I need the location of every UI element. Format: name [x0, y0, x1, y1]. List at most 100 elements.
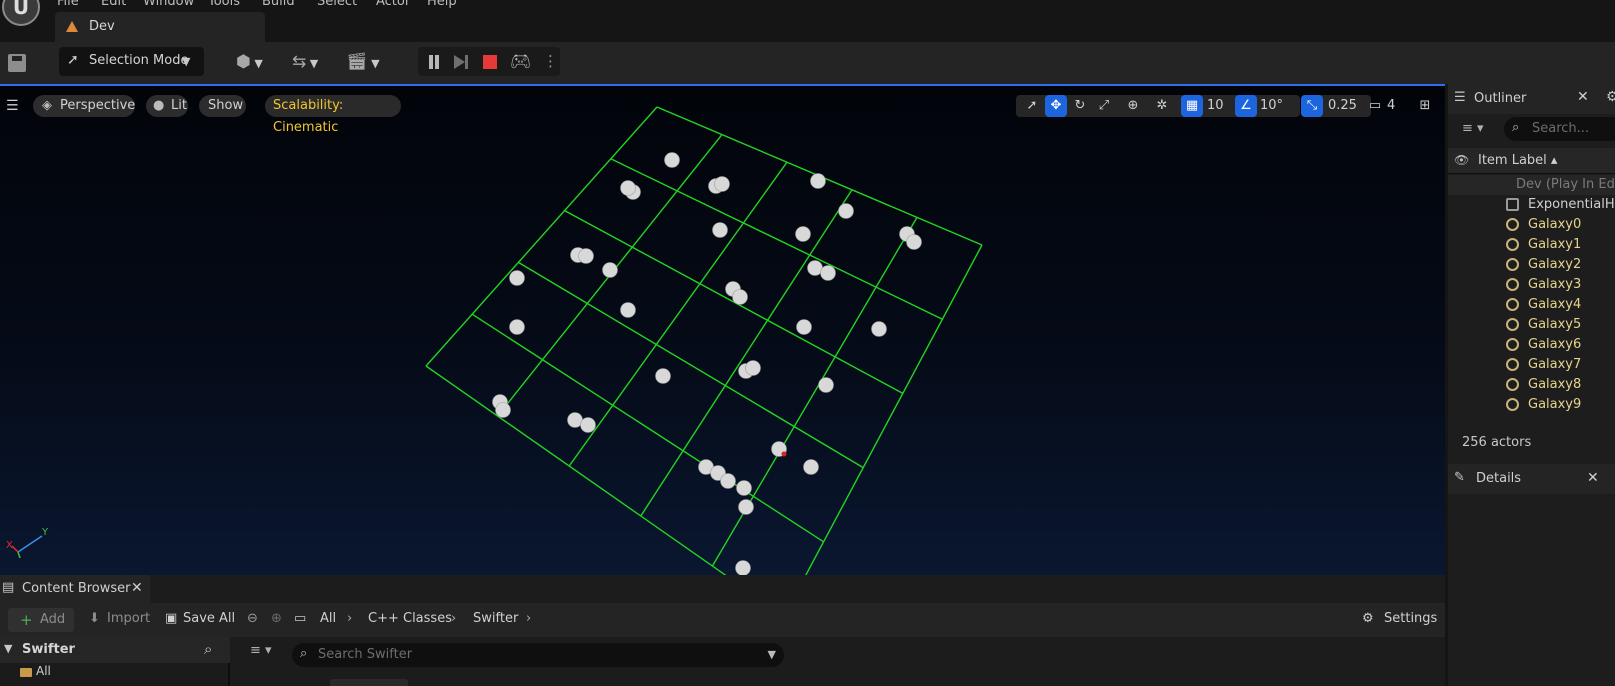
rotate-tool-icon[interactable]: ↻	[1069, 95, 1091, 117]
outliner-search-input[interactable]: ⌕ Search...	[1504, 117, 1615, 141]
breadcrumb-swifter[interactable]: Swifter	[473, 611, 518, 626]
rotation-snap-value[interactable]: 10°	[1260, 95, 1283, 117]
step-frame-icon[interactable]	[453, 54, 469, 70]
menu-build[interactable]: Build	[262, 0, 295, 9]
surface-snap-icon[interactable]: ✲	[1151, 95, 1173, 117]
import-icon[interactable]: ⬇	[89, 611, 100, 626]
more-options-icon[interactable]: ⋮	[543, 52, 558, 70]
content-browser-tab[interactable]: ▤ Content Browser ✕	[0, 575, 150, 603]
close-icon[interactable]: ✕	[131, 580, 143, 596]
plus-icon: +	[20, 611, 33, 629]
asset-tile[interactable]	[330, 679, 408, 686]
settings-icon[interactable]: ⚙	[1362, 611, 1374, 626]
lit-button[interactable]: ● Lit	[146, 95, 188, 117]
scalability-badge[interactable]: Scalability: Cinematic	[265, 95, 401, 135]
galaxy-sphere	[736, 480, 752, 496]
visibility-eye-icon[interactable]: 👁︎	[1454, 153, 1469, 167]
scale-tool-icon[interactable]: ⤢	[1093, 95, 1115, 117]
outliner-row[interactable]: Dev (Play In Editor)	[1448, 175, 1615, 195]
outliner-row[interactable]: ExponentialHeightFog	[1448, 195, 1615, 215]
gamepad-icon[interactable]: 🎮︎	[510, 52, 532, 72]
outliner-row[interactable]: Galaxy8	[1448, 375, 1615, 395]
camera-speed-icon[interactable]: ▭	[1366, 95, 1384, 117]
show-button[interactable]: Show	[199, 95, 246, 117]
menu-tools[interactable]: Tools	[208, 0, 240, 9]
outliner-row[interactable]: Galaxy2	[1448, 255, 1615, 275]
forward-icon[interactable]: ⊕	[271, 611, 282, 626]
blueprint-icon[interactable]: ⇆ ▼	[292, 52, 318, 72]
save-all-button[interactable]: Save All	[183, 611, 235, 626]
menu-edit[interactable]: Edit	[101, 0, 126, 9]
grid-line	[425, 365, 727, 575]
content-browser-tab-label: Content Browser	[22, 581, 131, 596]
stop-icon[interactable]	[483, 55, 497, 69]
close-icon[interactable]: ✕	[1577, 89, 1589, 105]
sources-panel: ▼ Swifter ⌕ All	[0, 637, 230, 686]
filter-icon[interactable]: ≡ ▾	[1462, 121, 1484, 136]
close-icon[interactable]: ✕	[1587, 470, 1599, 486]
sources-title: Swifter	[22, 642, 75, 657]
outliner-row[interactable]: Galaxy1	[1448, 235, 1615, 255]
outliner-column-header[interactable]: 👁︎ Item Label ▴	[1448, 148, 1615, 174]
menu-select[interactable]: Select	[317, 0, 357, 9]
tree-item-all[interactable]: All	[36, 664, 51, 678]
outliner-row[interactable]: Galaxy6	[1448, 335, 1615, 355]
breadcrumb-chevron-icon[interactable]: ›	[526, 611, 531, 626]
settings-button[interactable]: Settings	[1384, 611, 1437, 626]
camera-speed-value[interactable]: 4	[1387, 95, 1395, 117]
add-button[interactable]: + Add	[8, 608, 74, 632]
folder-icon[interactable]: ▭	[294, 611, 306, 626]
outliner-row[interactable]: Galaxy4	[1448, 295, 1615, 315]
breadcrumb-all[interactable]: All	[320, 611, 336, 626]
import-button[interactable]: Import	[107, 611, 150, 626]
content-browser-toolbar: + Add ⬇ Import ▣ Save All ⊖ ⊕ ▭ All › C+…	[0, 603, 1445, 637]
chevron-down-icon: ▼	[4, 642, 13, 655]
pause-icon[interactable]	[427, 55, 441, 69]
cinematics-icon[interactable]: 🎬︎ ▼	[346, 52, 380, 72]
back-icon[interactable]: ⊖	[247, 611, 258, 626]
menu-actor[interactable]: Actor	[376, 0, 410, 9]
menu-help[interactable]: Help	[427, 0, 457, 9]
rotation-snap-icon[interactable]: ∠	[1235, 95, 1257, 117]
world-settings-icon[interactable]: ⚙	[1606, 89, 1615, 105]
outliner-row[interactable]: Galaxy7	[1448, 355, 1615, 375]
outliner-row-label: Galaxy2	[1528, 257, 1582, 272]
perspective-button[interactable]: ◈ Perspective	[33, 95, 135, 117]
sources-header[interactable]: ▼ Swifter ⌕	[0, 637, 230, 663]
content-search-input[interactable]: ⌕ Search Swifter ▼	[292, 643, 784, 667]
grid-line	[610, 158, 943, 320]
viewport-layout-icon[interactable]: ⊞	[1414, 95, 1436, 117]
outliner-icon: ☰	[1454, 90, 1466, 105]
level-tab[interactable]: Dev	[55, 12, 265, 42]
scale-snap-value[interactable]: 0.25	[1328, 95, 1357, 117]
save-all-icon[interactable]: ▣	[165, 611, 177, 626]
grid-snap-value[interactable]: 10	[1207, 95, 1224, 117]
outliner-row[interactable]: Galaxy3	[1448, 275, 1615, 295]
menu-window[interactable]: Window	[143, 0, 194, 9]
filter-icon[interactable]: ≡ ▾	[250, 643, 272, 658]
save-icon[interactable]	[8, 54, 26, 72]
perspective-label: Perspective	[60, 98, 136, 113]
selection-mode-dropdown[interactable]: ➚ Selection Mode ▼	[59, 47, 204, 76]
search-icon[interactable]: ⌕	[204, 640, 212, 658]
unreal-logo-icon[interactable]: U	[2, 0, 40, 26]
outliner-row[interactable]: Galaxy0	[1448, 215, 1615, 235]
filter-bar: ≡ ▾ ⌕ Search Swifter ▼	[232, 637, 1445, 686]
outliner-row[interactable]: Galaxy9	[1448, 395, 1615, 413]
outliner-row[interactable]: Galaxy5	[1448, 315, 1615, 335]
chevron-down-icon[interactable]: ▼	[768, 648, 776, 661]
select-tool-icon[interactable]: ➚	[1021, 95, 1043, 117]
world-space-icon[interactable]: ⊕	[1122, 95, 1144, 117]
grid-snap-icon[interactable]: ▦	[1181, 95, 1203, 117]
item-label-column[interactable]: Item Label ▴	[1478, 153, 1557, 168]
details-title[interactable]: Details	[1476, 471, 1521, 486]
scale-snap-icon[interactable]: ⤡	[1301, 95, 1323, 117]
viewport-menu-icon[interactable]: ☰	[6, 95, 20, 117]
menu-file[interactable]: File	[57, 0, 79, 9]
add-actor-icon[interactable]: ⬢ ▼	[236, 52, 263, 72]
level-tab-label: Dev	[89, 19, 115, 34]
outliner-title[interactable]: Outliner	[1474, 91, 1526, 106]
level-viewport[interactable]: ☰ ◈ Perspective ● Lit Show Scalability: …	[0, 84, 1445, 575]
translate-tool-icon[interactable]: ✥	[1045, 95, 1067, 117]
breadcrumb-cpp-classes[interactable]: C++ Classes	[368, 611, 452, 626]
